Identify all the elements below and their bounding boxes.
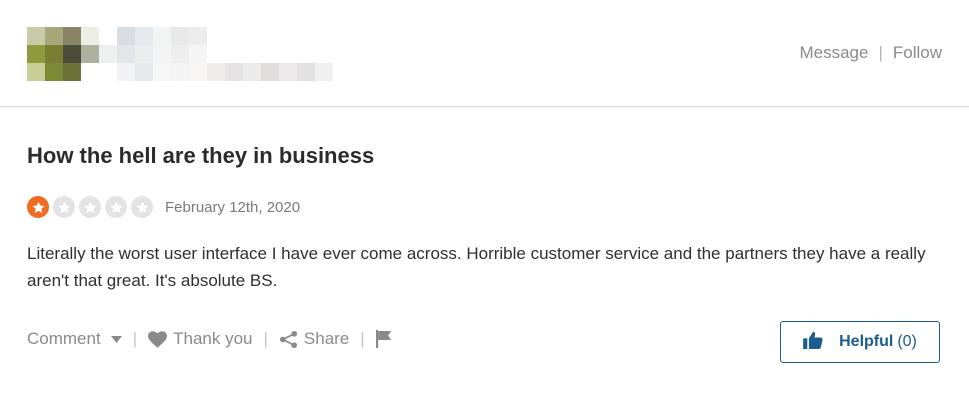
comment-label: Comment (27, 329, 101, 348)
action-separator: | (263, 329, 268, 348)
thank-you-label: Thank you (173, 329, 253, 348)
follow-link[interactable]: Follow (893, 43, 942, 62)
header-actions: Message | Follow (799, 43, 942, 63)
star-3-icon (79, 196, 101, 218)
share-label: Share (303, 329, 350, 348)
star-5-icon (131, 196, 153, 218)
action-separator: | (360, 329, 365, 348)
helpful-button[interactable]: Helpful (0) (780, 321, 940, 363)
thumbs-up-icon (803, 331, 823, 354)
share-button[interactable]: Share (279, 329, 349, 349)
flag-icon (375, 330, 392, 348)
action-separator: | (132, 329, 138, 348)
comment-button[interactable]: Comment (27, 329, 122, 349)
star-rating: February 12th, 2020 (27, 196, 300, 218)
share-icon (279, 330, 298, 349)
star-1-icon (27, 196, 49, 218)
star-4-icon (105, 196, 127, 218)
header-separator: | (878, 43, 883, 62)
review-date: February 12th, 2020 (165, 198, 301, 216)
caret-down-icon (110, 335, 122, 343)
star-2-icon (53, 196, 75, 218)
review-actions: Comment | Thank you | Share | (27, 329, 392, 349)
reviewer-header: Message | Follow (0, 0, 969, 107)
review-body: Literally the worst user interface I hav… (27, 244, 926, 290)
thank-you-button[interactable]: Thank you (148, 329, 253, 349)
helpful-label: Helpful (839, 333, 894, 350)
avatar (27, 27, 333, 81)
message-link[interactable]: Message (799, 43, 868, 62)
review-title: How the hell are they in business (27, 143, 375, 168)
helpful-count: (0) (897, 333, 917, 350)
heart-icon (148, 330, 168, 348)
report-button[interactable] (375, 330, 392, 348)
